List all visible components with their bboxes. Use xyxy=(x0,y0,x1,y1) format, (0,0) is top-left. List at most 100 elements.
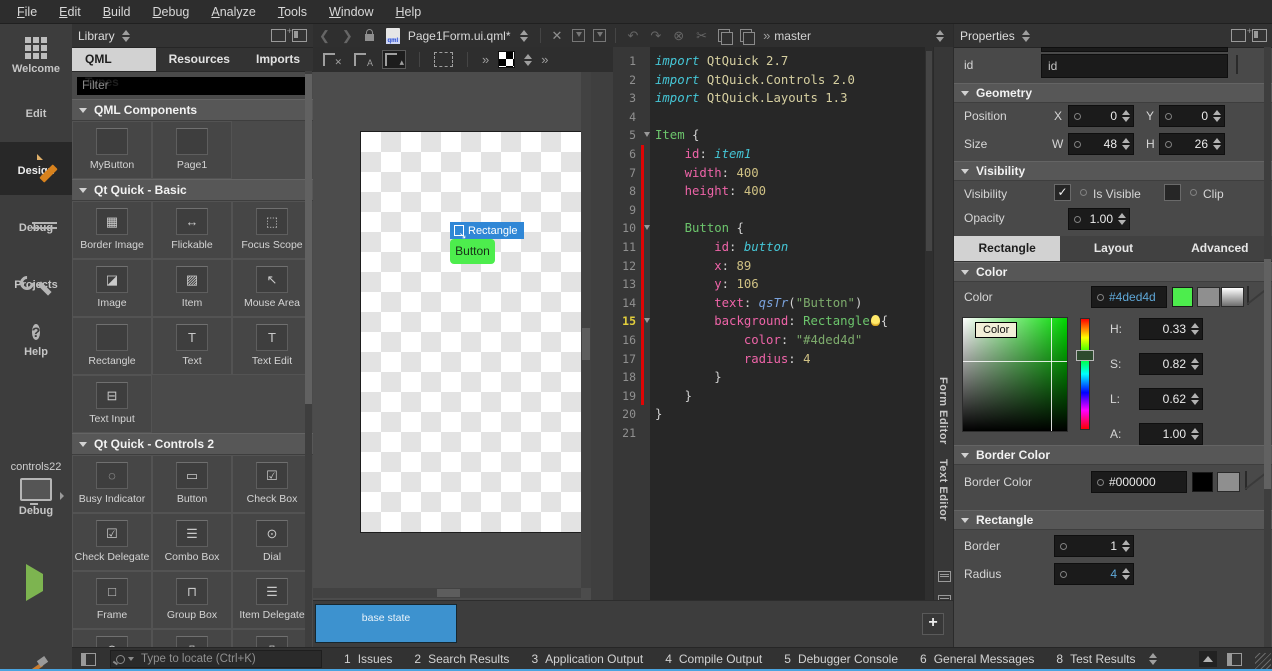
radius-spinbox[interactable]: 4 xyxy=(1054,563,1134,585)
menu-analyze[interactable]: Analyze xyxy=(200,5,266,19)
cut-icon[interactable]: ✂ xyxy=(696,28,707,44)
alpha-spinbox[interactable]: 1.00 xyxy=(1139,423,1203,445)
output-tab-application-output[interactable]: 3Application Output xyxy=(531,652,643,666)
library-item-item-delegate[interactable]: ☰Item Delegate xyxy=(232,571,312,629)
properties-scrollbar[interactable] xyxy=(1264,47,1271,647)
library-item-frame[interactable]: □Frame xyxy=(72,571,152,629)
toolbar-chevron-icon[interactable]: » xyxy=(482,52,489,67)
mode-debug[interactable]: Debug xyxy=(0,199,72,252)
back-icon[interactable]: ❮ xyxy=(319,28,330,44)
refactor-hint-bulb-icon[interactable] xyxy=(871,315,880,326)
run-button[interactable] xyxy=(26,574,43,592)
snap-no-anchors-icon[interactable]: ▴ xyxy=(383,51,405,68)
library-section-header[interactable]: QML Components xyxy=(72,99,313,121)
border-color-input[interactable]: #000000 xyxy=(1091,471,1187,493)
branch-selector-icon[interactable] xyxy=(936,30,944,42)
library-item-item[interactable]: ▨Item xyxy=(152,259,232,317)
menu-file[interactable]: File xyxy=(6,5,48,19)
border-solid-mode-button[interactable] xyxy=(1217,472,1240,492)
id-input[interactable]: id xyxy=(1041,54,1228,78)
menu-debug[interactable]: Debug xyxy=(142,5,201,19)
properties-tab-rectangle[interactable]: Rectangle xyxy=(954,236,1060,261)
library-item-dial[interactable]: ⊙Dial xyxy=(232,513,312,571)
output-selector-icon[interactable] xyxy=(1149,653,1157,665)
split-panel-icon[interactable] xyxy=(1231,29,1246,42)
output-tab-compile-output[interactable]: 4Compile Output xyxy=(665,652,762,666)
library-item-check-box[interactable]: ☑Check Box xyxy=(232,455,312,513)
id-options-button[interactable] xyxy=(1236,55,1238,74)
library-section-header[interactable]: Qt Quick - Basic xyxy=(72,179,313,201)
library-item-flickable[interactable]: ↔Flickable xyxy=(152,201,232,259)
close-panel-icon[interactable] xyxy=(1252,29,1267,42)
output-tab-general-messages[interactable]: 6General Messages xyxy=(920,652,1034,666)
height-spinbox[interactable]: 26 xyxy=(1159,133,1225,155)
opacity-spinbox[interactable]: 1.00 xyxy=(1068,208,1130,230)
locator-input[interactable]: Type to locate (Ctrl+K) xyxy=(110,650,322,668)
editor-scrollbar[interactable] xyxy=(925,47,933,600)
overflow-chevron-icon[interactable]: » xyxy=(763,28,770,43)
library-scrollbar[interactable] xyxy=(305,71,312,647)
border-width-spinbox[interactable]: 1 xyxy=(1054,535,1134,557)
mode-design[interactable]: Design xyxy=(0,142,72,195)
library-section-header[interactable]: Qt Quick - Controls 2 xyxy=(72,433,313,455)
output-tab-issues[interactable]: 1Issues xyxy=(344,652,392,666)
outline-icon[interactable] xyxy=(938,571,951,582)
split-editor-icon[interactable] xyxy=(572,29,585,42)
menu-help[interactable]: Help xyxy=(385,5,433,19)
section-visibility[interactable]: Visibility xyxy=(954,161,1272,181)
editor-code[interactable]: import QtQuick 2.7import QtQuick.Control… xyxy=(650,47,925,600)
zoom-selector-icon[interactable] xyxy=(524,54,532,66)
section-color[interactable]: Color xyxy=(954,262,1272,282)
hue-spinbox[interactable]: 0.33 xyxy=(1139,318,1203,340)
library-item-button[interactable]: ▭Button xyxy=(152,455,232,513)
tab-form-editor[interactable]: Form Editor xyxy=(937,377,949,445)
section-rectangle[interactable]: Rectangle xyxy=(954,510,1272,530)
tab-text-editor[interactable]: Text Editor xyxy=(937,459,949,521)
library-item-border-image[interactable]: ▦Border Image xyxy=(72,201,152,259)
bounding-rectangles-icon[interactable] xyxy=(434,52,453,67)
x-spinbox[interactable]: 0 xyxy=(1068,105,1134,127)
close-panel-icon[interactable] xyxy=(292,29,307,42)
forward-icon[interactable]: ❯ xyxy=(342,28,353,44)
library-item-text-edit[interactable]: TText Edit xyxy=(232,317,312,375)
is-visible-checkbox[interactable]: ✓ xyxy=(1054,184,1071,201)
kit-selector-button[interactable]: Debug xyxy=(0,478,72,530)
design-surface[interactable]: Rectangle Button xyxy=(360,131,582,533)
width-spinbox[interactable]: 48 xyxy=(1068,133,1134,155)
panel-selector-icon[interactable] xyxy=(122,30,130,42)
document-filename[interactable]: Page1Form.ui.qml* xyxy=(408,29,511,43)
tab-qml-types[interactable]: QML Types xyxy=(72,48,156,71)
toggle-sidebar-icon[interactable] xyxy=(81,653,96,666)
library-item-focus-scope[interactable]: ⬚Focus Scope xyxy=(232,201,312,259)
resize-grip[interactable] xyxy=(1255,653,1271,669)
panel-selector-icon[interactable] xyxy=(1022,30,1030,42)
redo-icon[interactable]: ↷ xyxy=(650,28,661,44)
transparent-mode-button[interactable] xyxy=(1247,286,1249,305)
text-editor[interactable]: 123456789101112131415161718192021 import… xyxy=(613,47,933,600)
library-item-busy-indicator[interactable]: ◌Busy Indicator xyxy=(72,455,152,513)
library-item-image[interactable]: ◪Image xyxy=(72,259,152,317)
form-editor-canvas[interactable]: Rectangle Button xyxy=(313,72,613,600)
library-item-combo-box[interactable]: ☰Combo Box xyxy=(152,513,232,571)
close-document-icon[interactable]: ✕ xyxy=(552,28,563,44)
solid-color-mode-button[interactable] xyxy=(1197,287,1220,307)
close-circle-icon[interactable]: ⊗ xyxy=(673,28,684,44)
output-tab-search-results[interactable]: 2Search Results xyxy=(414,652,509,666)
library-item-mouse-area[interactable]: ↖Mouse Area xyxy=(232,259,312,317)
tab-resources[interactable]: Resources xyxy=(156,48,243,71)
library-item-label-icon[interactable]: ⊜ xyxy=(72,629,152,647)
border-transparent-mode-button[interactable] xyxy=(1245,471,1247,490)
mode-welcome[interactable]: Welcome xyxy=(0,28,72,81)
git-branch-label[interactable]: master xyxy=(774,29,811,43)
library-item-page-indicator-icon[interactable]: ▯ xyxy=(232,629,312,647)
split-panel-icon[interactable] xyxy=(271,29,286,42)
mode-edit[interactable]: Edit xyxy=(0,85,72,138)
tab-imports[interactable]: Imports xyxy=(243,48,313,71)
section-border-color[interactable]: Border Color xyxy=(954,445,1272,465)
properties-tab-layout[interactable]: Layout xyxy=(1060,236,1166,261)
undo-icon[interactable]: ↶ xyxy=(627,28,638,44)
library-item-check-delegate[interactable]: ☑Check Delegate xyxy=(72,513,152,571)
hue-slider-handle[interactable] xyxy=(1076,350,1094,361)
copy-icon[interactable] xyxy=(718,29,730,42)
library-item-page1[interactable]: Page1 xyxy=(152,121,232,179)
